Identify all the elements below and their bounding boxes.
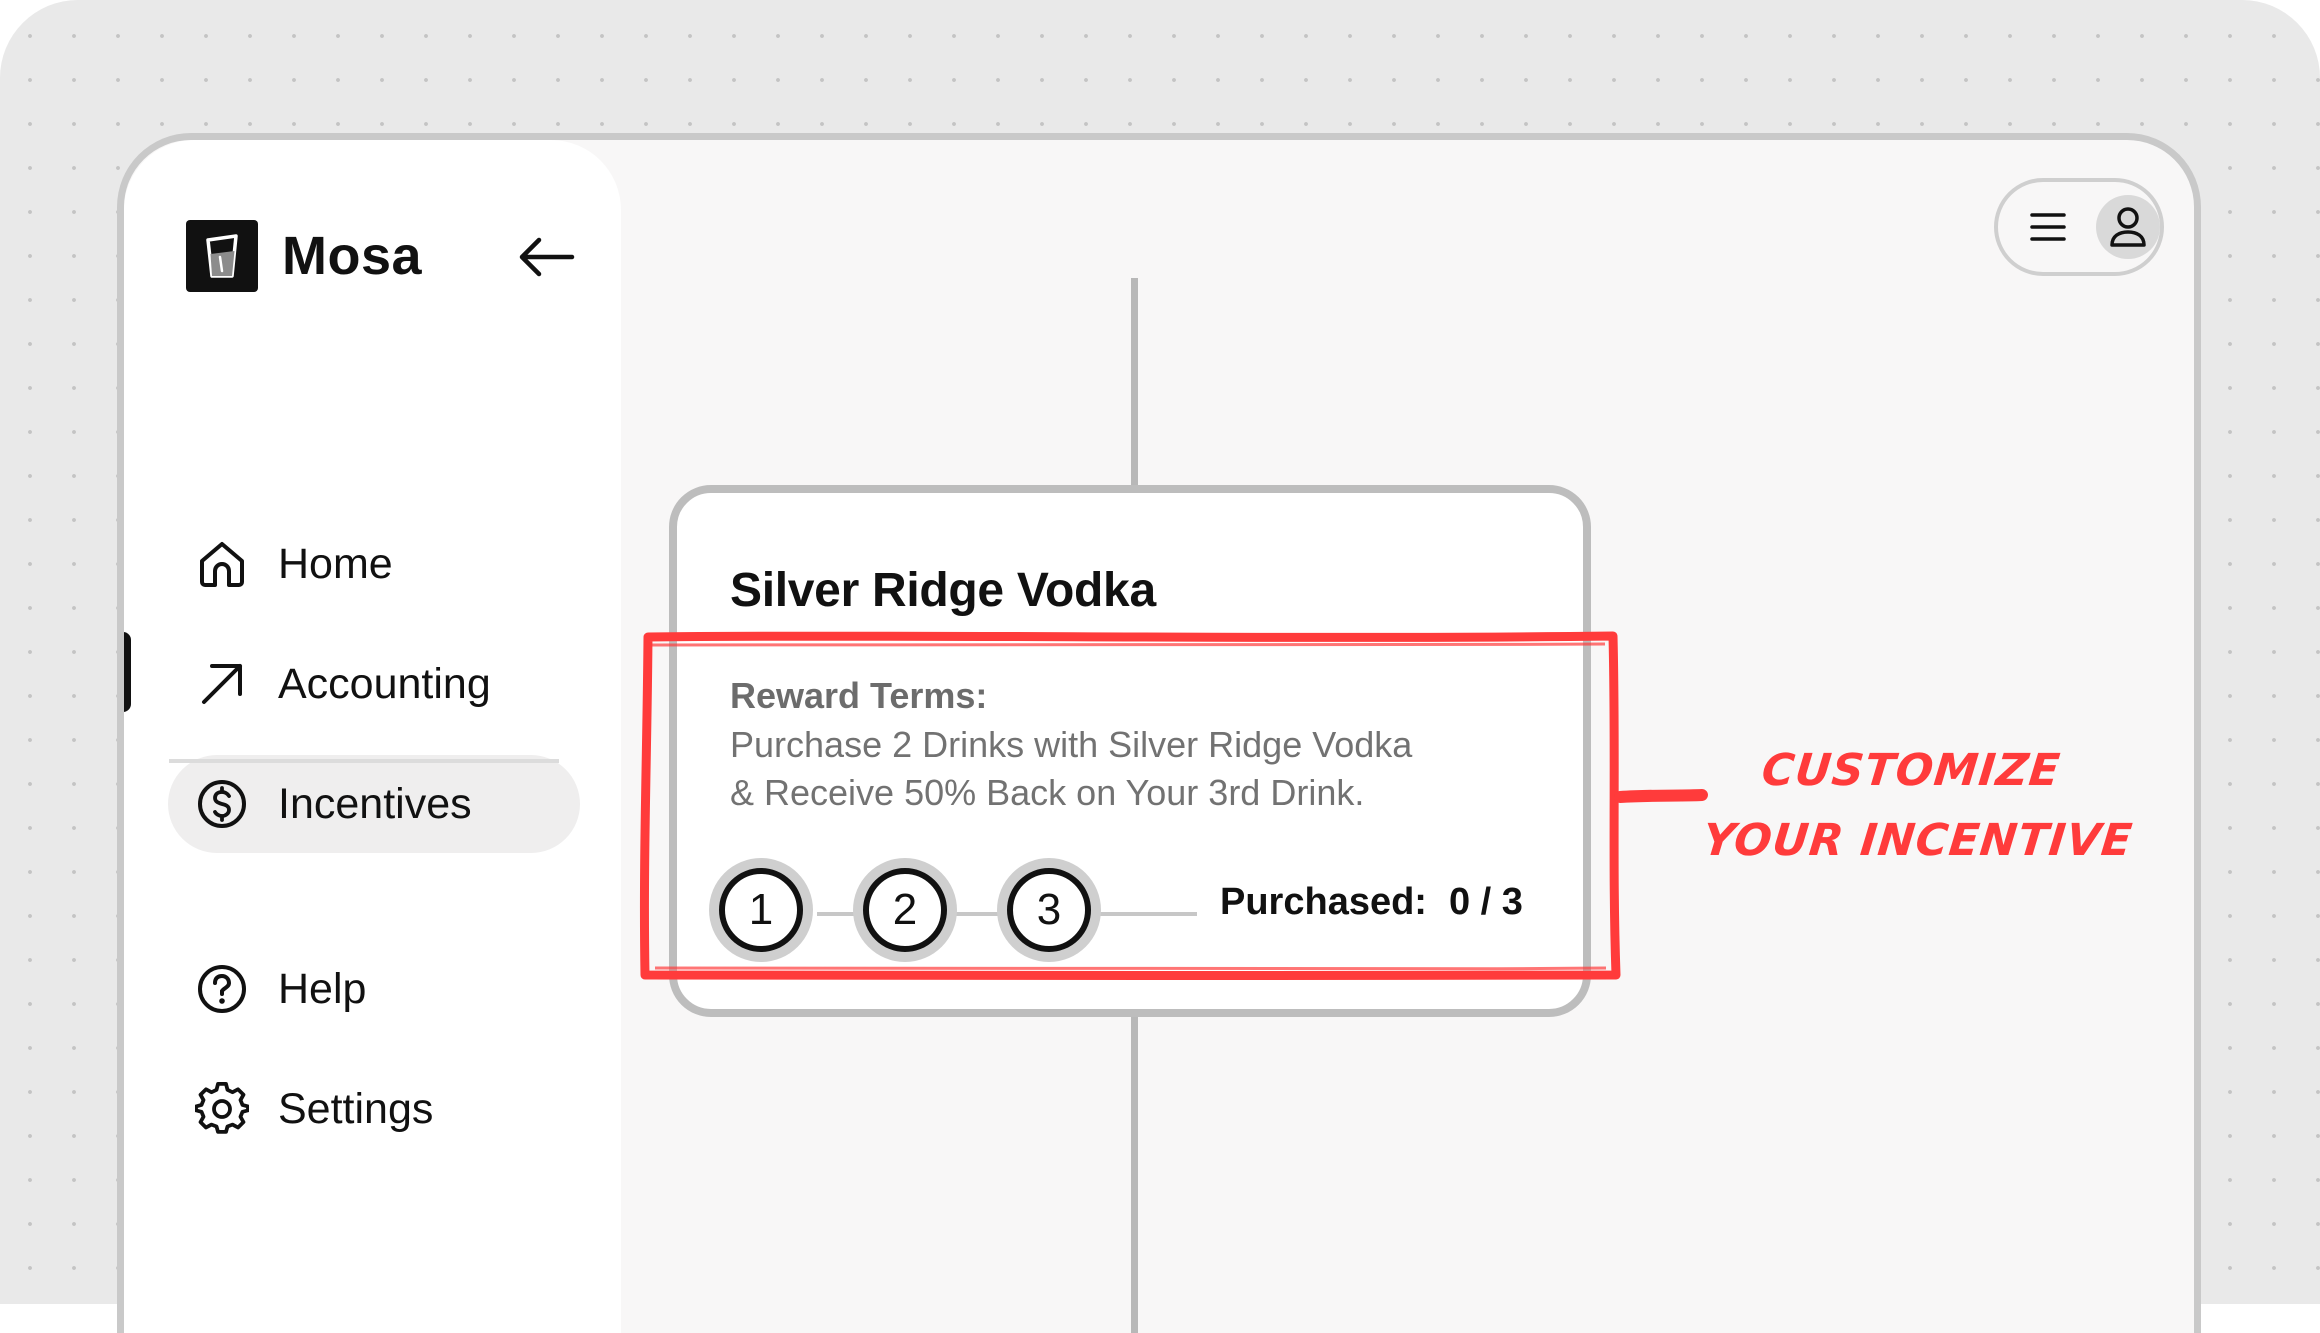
reward-terms-text: Purchase 2 Drinks with Silver Ridge Vodk…: [730, 721, 1412, 817]
collapse-sidebar-button[interactable]: [516, 232, 576, 282]
arrow-left-icon: [519, 237, 575, 277]
incentive-title: Silver Ridge Vodka: [730, 564, 1156, 617]
user-avatar-button[interactable]: [2096, 195, 2160, 259]
dollar-circle-icon: [194, 776, 250, 832]
app-window: Mosa Home Accounting Incentives Help Set…: [117, 133, 2201, 1333]
hamburger-icon: [2030, 213, 2066, 241]
brand: Mosa: [186, 220, 422, 292]
connector-line-bottom: [1131, 1010, 1138, 1333]
sidebar-divider: [169, 759, 559, 763]
sidebar-item-settings[interactable]: Settings: [168, 1060, 580, 1158]
sidebar-item-label: Help: [278, 964, 367, 1013]
sidebar-item-label: Incentives: [278, 779, 472, 828]
incentive-card[interactable]: Silver Ridge Vodka Reward Terms: Purchas…: [669, 485, 1591, 1017]
brand-name: Mosa: [282, 226, 423, 286]
sidebar-item-label: Home: [278, 539, 393, 588]
sidebar-item-help[interactable]: Help: [168, 940, 580, 1038]
sidebar: Mosa Home Accounting Incentives Help Set…: [124, 140, 621, 1333]
purchased-count: 0 / 3: [1448, 881, 1523, 923]
user-icon: [2110, 207, 2146, 247]
top-right-controls: [1994, 178, 2164, 276]
sidebar-item-home[interactable]: Home: [168, 515, 580, 613]
home-icon: [194, 536, 250, 592]
annotation-text-line2: YOUR INCENTIVE: [1700, 815, 2136, 866]
reward-terms-label: Reward Terms:: [730, 675, 988, 716]
connector-line-top: [1131, 278, 1138, 490]
sidebar-item-incentives[interactable]: Incentives: [168, 755, 580, 853]
menu-button[interactable]: [2018, 197, 2078, 257]
purchase-step-3[interactable]: 3: [1007, 868, 1091, 952]
reward-terms-line: & Receive 50% Back on Your 3rd Drink.: [730, 772, 1365, 813]
arrow-up-right-icon: [194, 656, 250, 712]
gear-icon: [194, 1081, 250, 1137]
purchased-label: Purchased:: [1220, 881, 1427, 923]
question-circle-icon: [194, 961, 250, 1017]
reward-terms-line: Purchase 2 Drinks with Silver Ridge Vodk…: [730, 724, 1413, 765]
sidebar-item-label: Settings: [278, 1084, 434, 1133]
purchased-counter: Purchased: 0 / 3: [1220, 881, 1523, 924]
purchase-step-1[interactable]: 1: [719, 868, 803, 952]
annotation-text-line1: CUSTOMIZE: [1759, 745, 2063, 796]
sidebar-item-accounting[interactable]: Accounting: [168, 635, 580, 733]
mosa-logo-icon: [186, 220, 258, 292]
sidebar-item-label: Accounting: [278, 659, 491, 708]
purchase-step-2[interactable]: 2: [863, 868, 947, 952]
active-nav-indicator: [124, 632, 131, 712]
